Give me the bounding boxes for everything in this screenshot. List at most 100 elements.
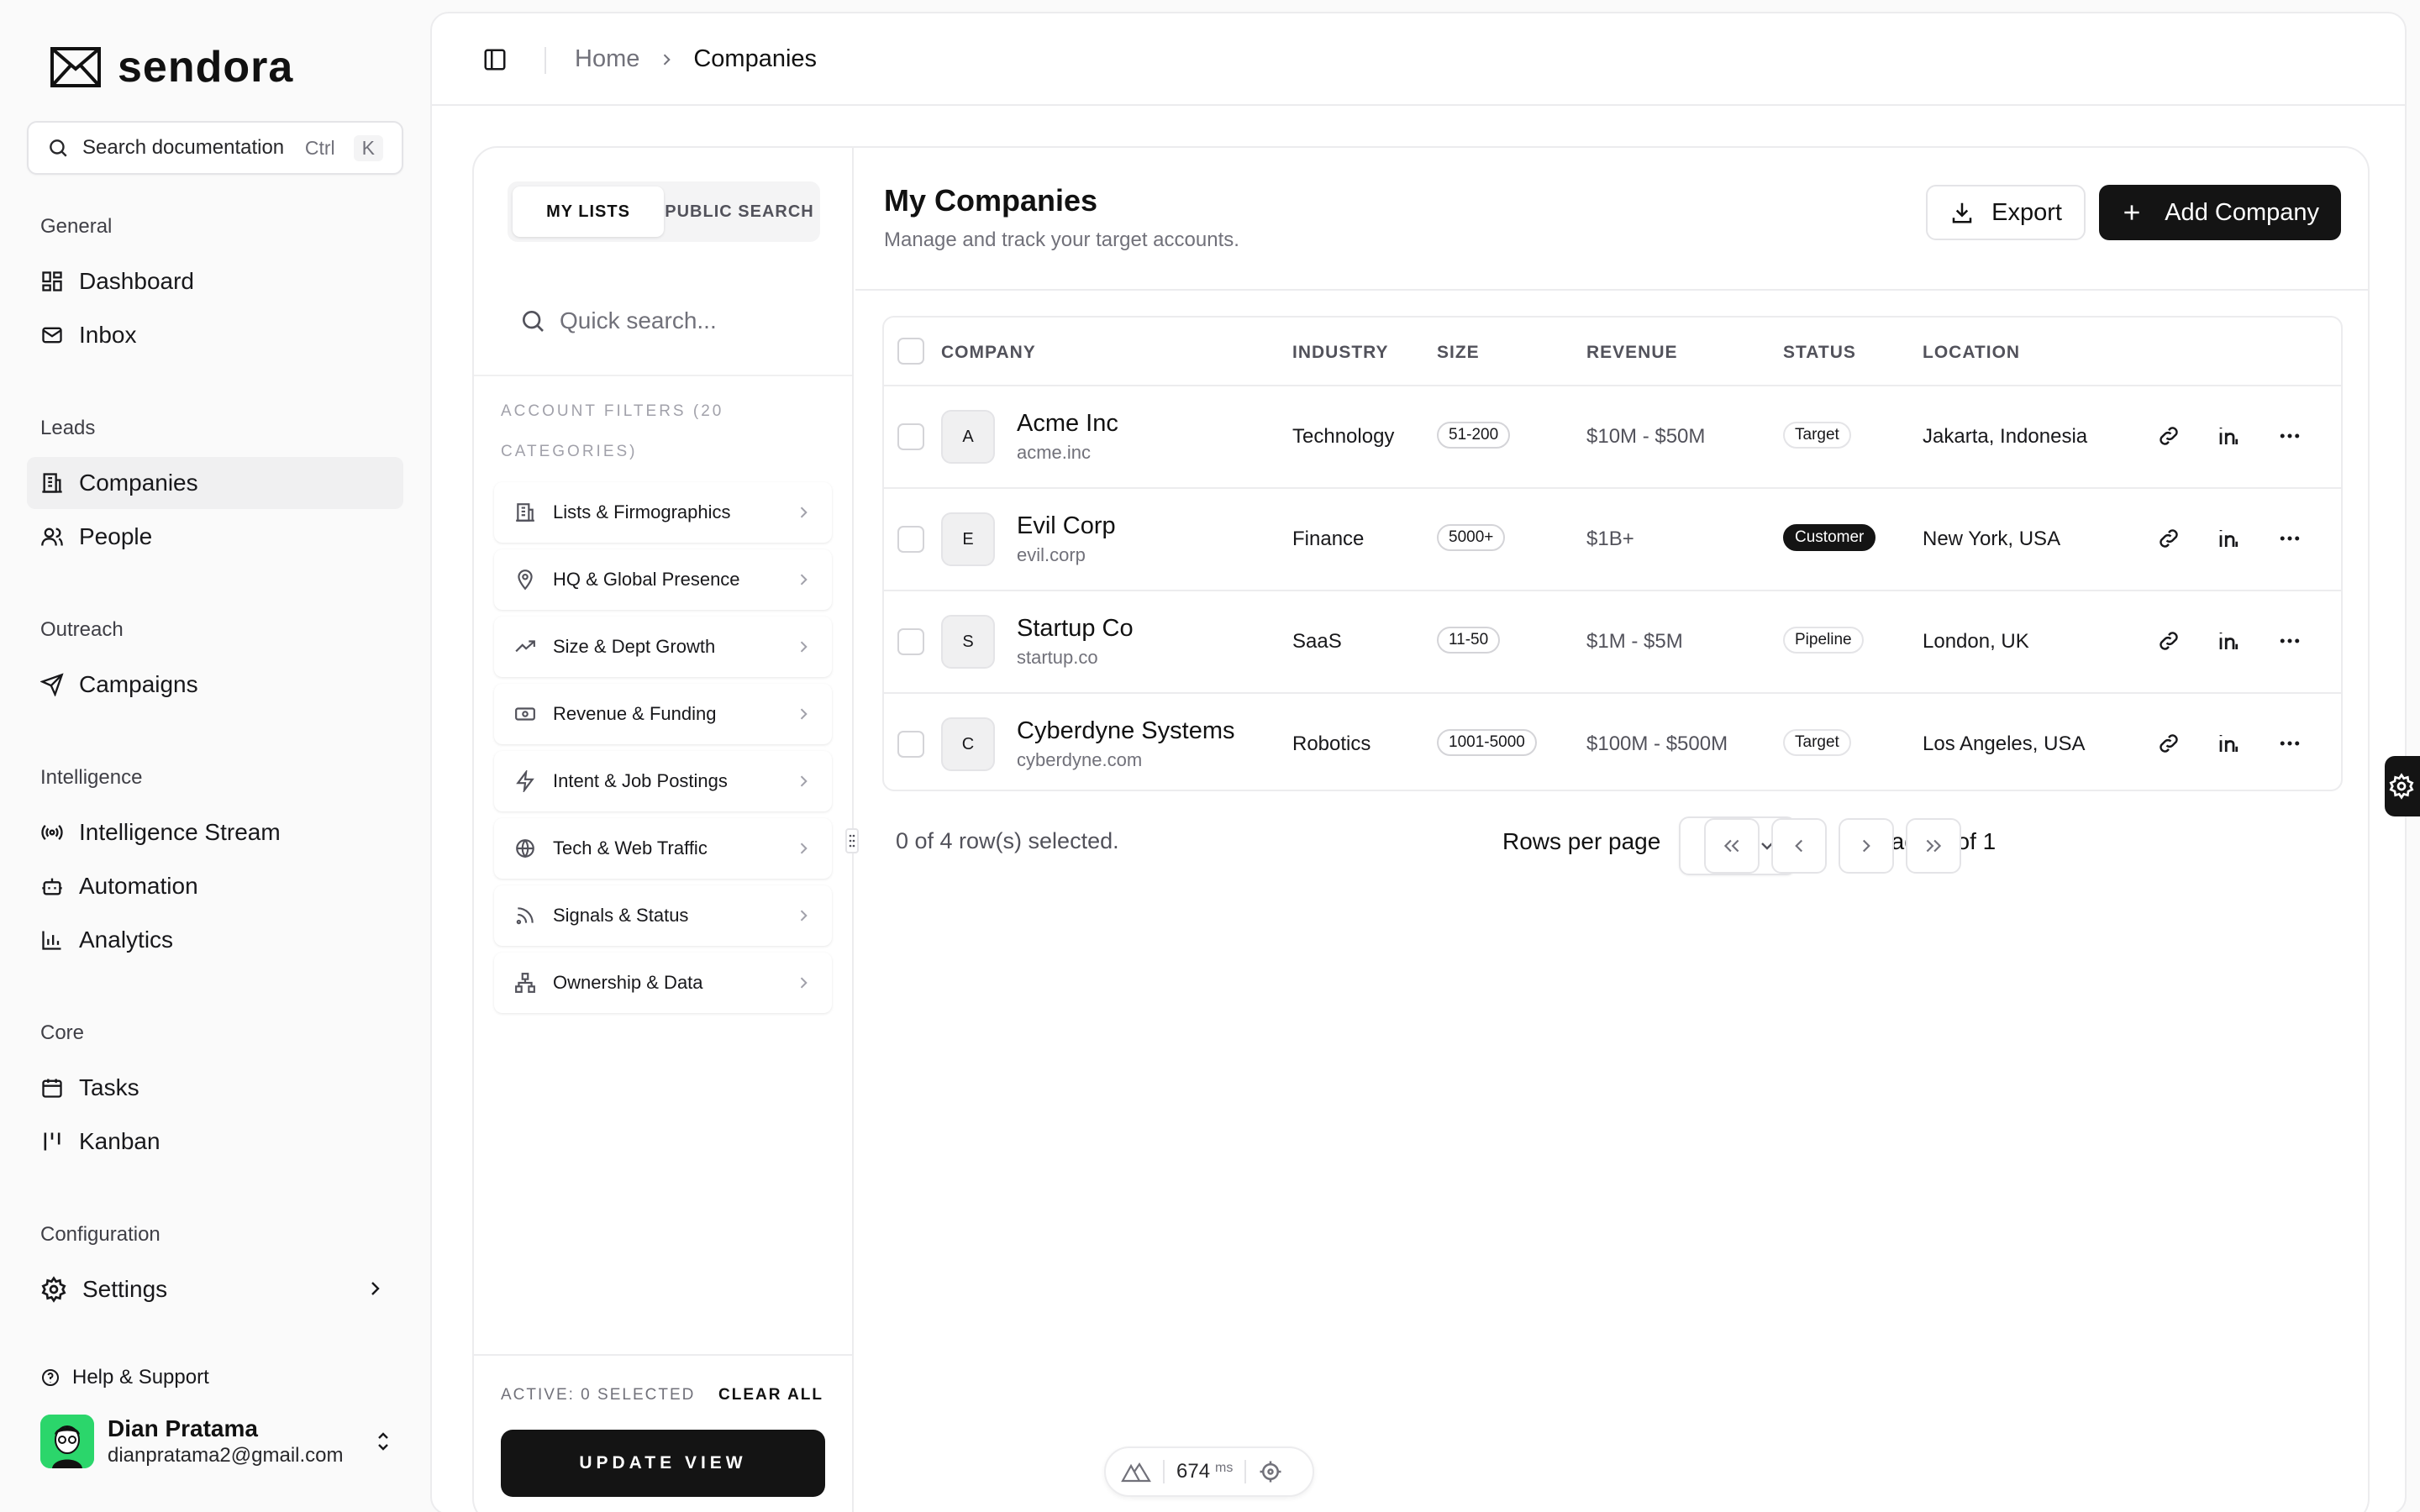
column-header-location[interactable]: LOCATION [1923, 343, 2020, 363]
nuxt-logo-icon[interactable] [1121, 1461, 1151, 1483]
gear-icon [2389, 773, 2414, 800]
docs-search[interactable]: Search documentation Ctrl K [27, 121, 403, 175]
envelope-logo-icon [50, 47, 101, 87]
crosshair-icon[interactable] [1258, 1459, 1283, 1484]
filter-label: HQ & Global Presence [553, 569, 740, 590]
sidebar-item-dashboard[interactable]: Dashboard [27, 255, 403, 307]
sidebar-item-label: Analytics [79, 927, 174, 953]
table-row[interactable]: S Startup Co startup.co SaaS 11-50 $1M -… [884, 591, 2341, 694]
column-header-revenue[interactable]: REVENUE [1586, 343, 1678, 363]
last-page-button[interactable] [1906, 818, 1961, 874]
link-icon[interactable] [2156, 423, 2181, 449]
company-name[interactable]: Evil Corp [1017, 512, 1116, 540]
filter-signals-status[interactable]: Signals & Status [494, 885, 832, 946]
sidebar-item-inbox[interactable]: Inbox [27, 309, 403, 361]
next-page-button[interactable] [1839, 818, 1894, 874]
column-header-industry[interactable]: INDUSTRY [1292, 343, 1389, 363]
sidebar-item-label: Dashboard [79, 268, 194, 294]
export-button[interactable]: Export [1926, 185, 2086, 240]
filter-label: Size & Dept Growth [553, 636, 716, 657]
app-logo[interactable]: sendora [50, 42, 293, 92]
more-horizontal-icon[interactable] [2277, 628, 2302, 654]
dashboard-icon [42, 271, 62, 291]
sidebar-item-tasks[interactable]: Tasks [27, 1062, 403, 1114]
filter-hq-global-presence[interactable]: HQ & Global Presence [494, 549, 832, 610]
column-header-company[interactable]: COMPANY [941, 343, 1036, 363]
bar-chart-icon [42, 931, 61, 950]
sidebar-item-kanban[interactable]: Kanban [27, 1116, 403, 1168]
linkedin-icon[interactable] [2217, 423, 2242, 449]
filter-size-dept-growth[interactable]: Size & Dept Growth [494, 617, 832, 677]
user-avatar-icon [40, 1415, 94, 1468]
filter-ownership-data[interactable]: Ownership & Data [494, 953, 832, 1013]
link-icon[interactable] [2156, 731, 2181, 756]
group-title-leads: Leads [40, 417, 96, 439]
update-view-button[interactable]: UPDATE VIEW [501, 1430, 825, 1497]
row-checkbox[interactable] [897, 423, 924, 450]
row-checkbox[interactable] [897, 628, 924, 655]
table-row[interactable]: E Evil Corp evil.corp Finance 5000+ $1B+… [884, 489, 2341, 591]
sidebar-item-campaigns[interactable]: Campaigns [27, 659, 403, 711]
linkedin-icon[interactable] [2217, 628, 2242, 654]
chevron-left-icon [1795, 839, 1803, 853]
company-name[interactable]: Acme Inc [1017, 410, 1118, 438]
select-all-checkbox[interactable] [897, 338, 924, 365]
add-company-button[interactable]: Add Company [2099, 185, 2341, 240]
company-revenue: $10M - $50M [1586, 425, 1706, 448]
help-support-link[interactable]: Help & Support [40, 1366, 209, 1389]
company-size-badge: 51-200 [1437, 422, 1511, 449]
prev-page-button[interactable] [1771, 818, 1827, 874]
company-name[interactable]: Startup Co [1017, 615, 1134, 643]
more-horizontal-icon[interactable] [2277, 526, 2302, 551]
filter-tech-web-traffic[interactable]: Tech & Web Traffic [494, 818, 832, 879]
company-domain: evil.corp [1017, 544, 1086, 565]
sidebar-item-settings[interactable]: Settings [27, 1263, 403, 1315]
chevrons-up-down-icon [378, 1432, 388, 1451]
filter-intent-job-postings[interactable]: Intent & Job Postings [494, 751, 832, 811]
column-header-size[interactable]: SIZE [1437, 343, 1480, 363]
table-row[interactable]: A Acme Inc acme.inc Technology 51-200 $1… [884, 386, 2341, 489]
chevron-right-icon [800, 775, 808, 787]
sidebar-item-people[interactable]: People [27, 511, 403, 563]
chevron-right-icon [800, 708, 808, 720]
company-industry: Robotics [1292, 732, 1371, 755]
company-domain: startup.co [1017, 647, 1098, 668]
link-icon[interactable] [2156, 628, 2181, 654]
breadcrumb-home[interactable]: Home [575, 45, 639, 73]
company-name[interactable]: Cyberdyne Systems [1017, 717, 1235, 745]
filter-lists-firmographics[interactable]: Lists & Firmographics [494, 482, 832, 543]
tab-public-search[interactable]: PUBLIC SEARCH [664, 186, 815, 237]
render-time: 674 [1176, 1460, 1211, 1483]
sidebar-toggle-icon[interactable] [482, 47, 508, 72]
tab-my-lists[interactable]: MY LISTS [513, 186, 664, 237]
sidebar-item-companies[interactable]: Companies [27, 457, 403, 509]
quick-search-input[interactable] [560, 307, 829, 334]
page-title: My Companies [884, 183, 1098, 218]
first-page-button[interactable] [1704, 818, 1760, 874]
users-icon [41, 528, 63, 546]
shortcut-key: K [353, 134, 383, 161]
sidebar-item-intelligence-stream[interactable]: Intelligence Stream [27, 806, 403, 858]
sidebar-item-analytics[interactable]: Analytics [27, 914, 403, 966]
filter-label: Ownership & Data [553, 972, 703, 993]
linkedin-icon[interactable] [2217, 731, 2242, 756]
linkedin-icon[interactable] [2217, 526, 2242, 551]
rows-per-page-label: Rows per page [1502, 828, 1661, 854]
breadcrumb-current: Companies [693, 45, 818, 72]
clear-all-button[interactable]: CLEAR ALL [718, 1386, 823, 1404]
customizer-button[interactable] [2385, 756, 2420, 816]
list-mode-tabs: MY LISTS PUBLIC SEARCH [508, 181, 820, 242]
column-header-status[interactable]: STATUS [1783, 343, 1856, 363]
row-checkbox[interactable] [897, 731, 924, 758]
grip-vertical-icon [849, 834, 855, 848]
more-horizontal-icon[interactable] [2277, 731, 2302, 756]
status-badge: Pipeline [1783, 627, 1864, 654]
sidebar-item-automation[interactable]: Automation [27, 860, 403, 912]
filter-revenue-funding[interactable]: Revenue & Funding [494, 684, 832, 744]
row-checkbox[interactable] [897, 526, 924, 553]
chevron-right-icon [371, 1282, 380, 1295]
table-row[interactable]: C Cyberdyne Systems cyberdyne.com Roboti… [884, 694, 2341, 790]
link-icon[interactable] [2156, 526, 2181, 551]
more-horizontal-icon[interactable] [2277, 423, 2302, 449]
user-menu[interactable]: Dian Pratama dianpratama2@gmail.com [40, 1415, 393, 1468]
